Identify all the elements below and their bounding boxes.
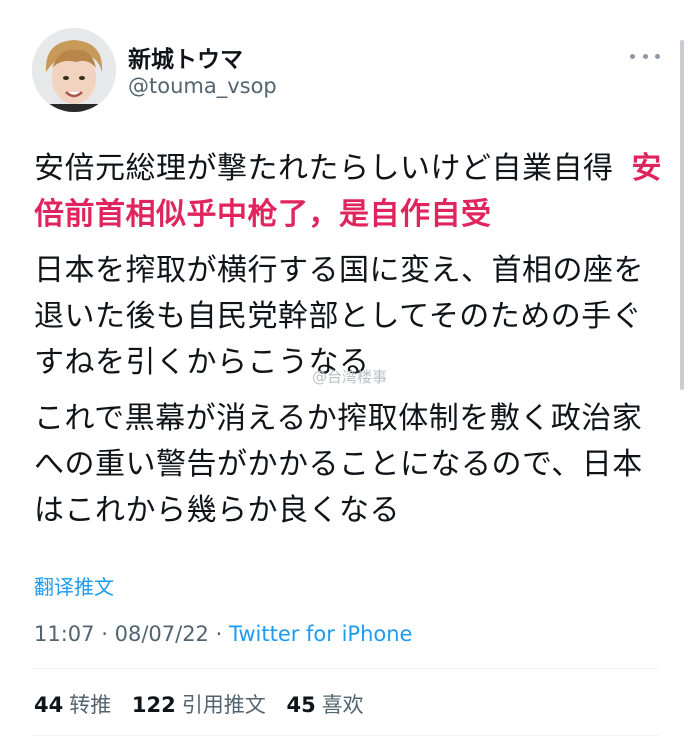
user-handle[interactable]: @touma_vsop — [128, 74, 277, 98]
quotes-stat[interactable]: 122 引用推文 — [132, 693, 266, 717]
tweet-paragraph-3: これで黒幕が消えるか搾取体制を敷く政治家への重い警告がかかることになるので、日本… — [34, 401, 643, 528]
tweet-text-line1: 安倍元総理が撃たれたらしいけど自業自得 — [34, 151, 614, 186]
avatar-image — [32, 28, 116, 112]
translate-tweet-link[interactable]: 翻译推文 — [34, 571, 114, 600]
meta-separator: · — [215, 622, 223, 646]
quotes-label: 引用推文 — [181, 693, 266, 717]
tweet-time: 11:07 — [34, 622, 95, 646]
tweet-stats: 44 转推 122 引用推文 45 喜欢 — [34, 689, 378, 719]
likes-stat[interactable]: 45 喜欢 — [286, 693, 363, 717]
tweet-source-link[interactable]: Twitter for iPhone — [229, 622, 413, 646]
scrollbar[interactable] — [680, 40, 684, 390]
divider — [32, 668, 658, 669]
tweet-paragraph-1: 安倍元総理が撃たれたらしいけど自業自得 安倍前首相似乎中枪了，是自作自受 — [34, 146, 664, 238]
likes-count: 45 — [286, 693, 316, 717]
watermark: @台湾楼事 — [312, 368, 388, 386]
retweets-count: 44 — [34, 693, 64, 717]
tweet-body: 安倍元総理が撃たれたらしいけど自業自得 安倍前首相似乎中枪了，是自作自受 日本を搾… — [34, 146, 664, 544]
divider — [32, 735, 658, 736]
avatar[interactable] — [32, 28, 116, 112]
retweets-label: 转推 — [69, 693, 112, 717]
more-dot — [642, 53, 648, 59]
likes-label: 喜欢 — [321, 693, 364, 717]
quotes-count: 122 — [131, 693, 176, 717]
display-name[interactable]: 新城トウマ — [128, 40, 243, 74]
more-options-icon[interactable] — [630, 44, 660, 68]
more-dot — [630, 53, 635, 59]
tweet-date: 08/07/22 — [114, 622, 209, 646]
meta-separator: · — [101, 622, 108, 646]
more-dot — [655, 53, 660, 59]
tweet-meta: 11:07 · 08/07/22 · Twitter for iPhone — [34, 622, 412, 646]
retweets-stat[interactable]: 44 转推 — [34, 693, 111, 717]
